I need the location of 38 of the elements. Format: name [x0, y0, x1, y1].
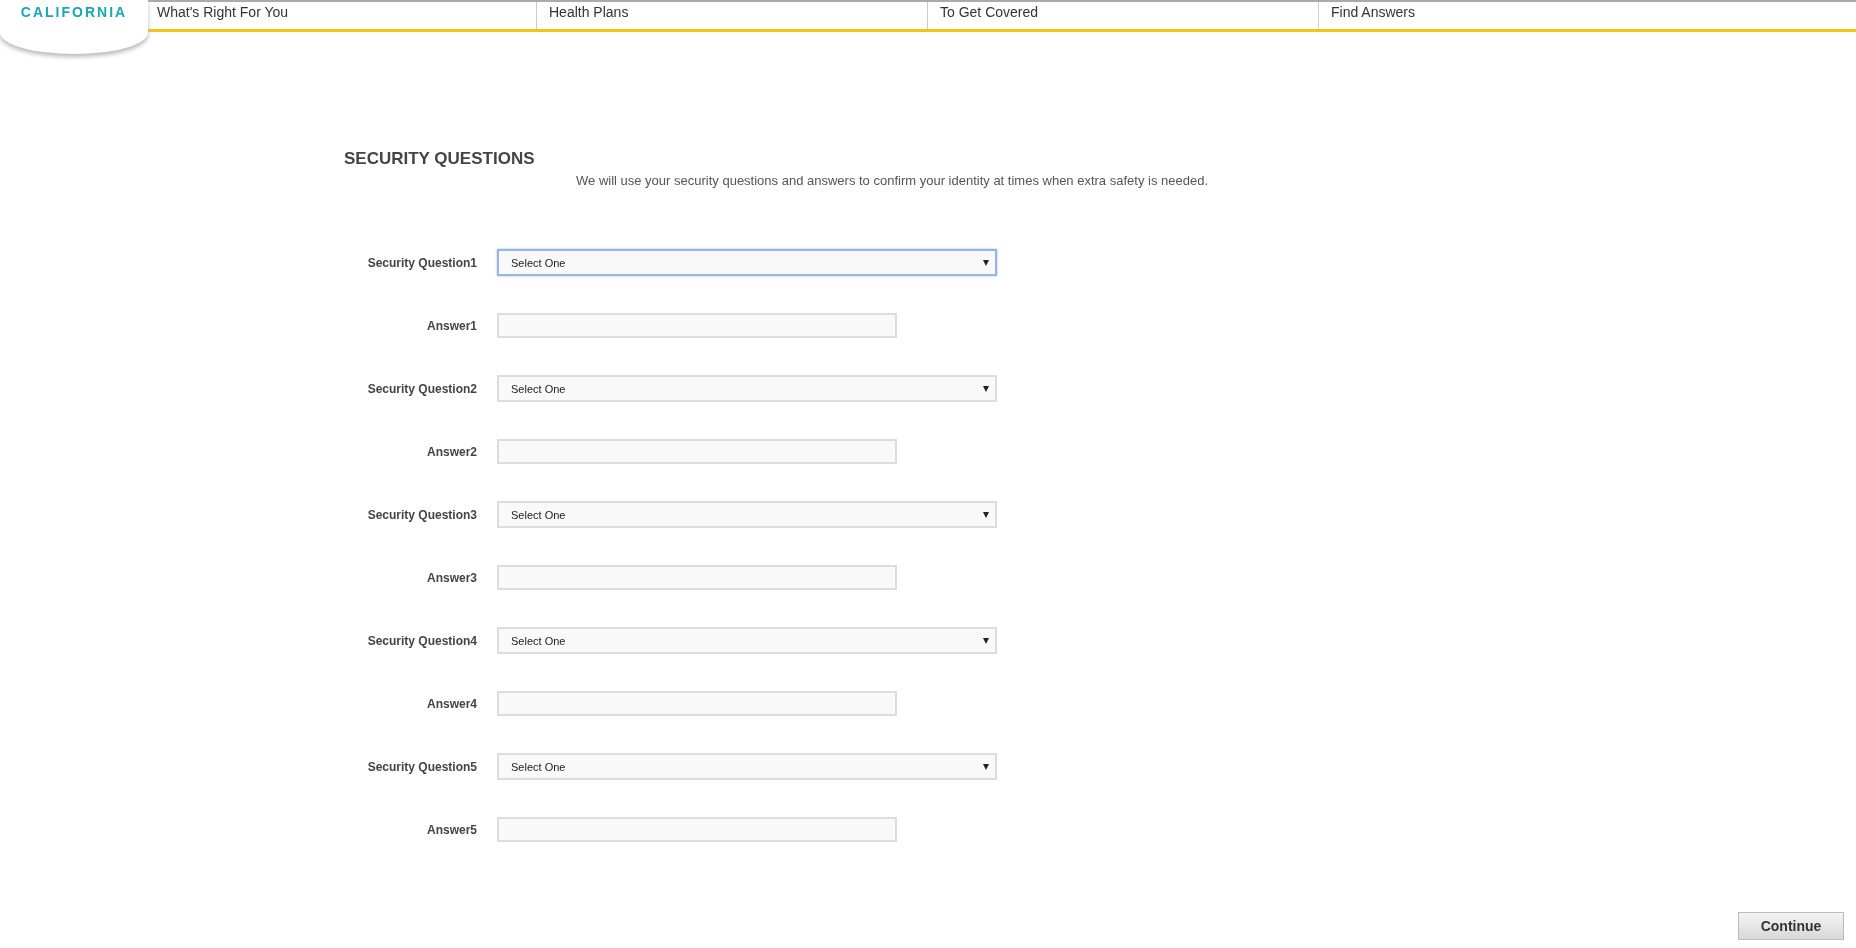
answer-field[interactable]	[497, 313, 897, 338]
select-value: Select One	[511, 256, 566, 269]
dropdown-arrow-icon	[983, 763, 989, 770]
question-label: Security Question3	[366, 507, 478, 522]
nav-link[interactable]: Health Plans	[549, 4, 629, 20]
answer-field[interactable]	[497, 817, 897, 842]
answer-field[interactable]	[497, 691, 897, 716]
dropdown-arrow-icon	[983, 259, 989, 266]
dropdown-arrow-icon	[983, 511, 989, 518]
answer-field[interactable]	[497, 439, 897, 464]
select-value: Select One	[511, 634, 566, 647]
answer-label: Answer5	[425, 822, 478, 837]
answer-label: Answer1	[425, 318, 478, 333]
dropdown-arrow-icon	[983, 637, 989, 644]
dropdown-arrow-icon	[983, 385, 989, 392]
question-select[interactable]: Select One	[497, 375, 997, 402]
select-value: Select One	[511, 382, 566, 395]
question-label: Security Question5	[366, 759, 478, 774]
nav-link[interactable]: To Get Covered	[940, 4, 1039, 20]
answer-label: Answer2	[425, 444, 478, 459]
nav-link[interactable]: What's Right For You	[157, 4, 289, 20]
select-value: Select One	[511, 508, 566, 521]
answer-label: Answer4	[425, 696, 478, 711]
continue-button[interactable]: Continue	[1738, 912, 1844, 940]
question-label: Security Question1	[366, 255, 478, 270]
question-label: Security Question4	[366, 633, 478, 648]
nav-link[interactable]: Find Answers	[1331, 4, 1416, 20]
answer-field[interactable]	[497, 565, 897, 590]
question-select[interactable]: Select One	[497, 501, 997, 528]
answer-label: Answer3	[425, 570, 478, 585]
form-title: SECURITY QUESTIONS	[344, 149, 535, 169]
form-description: We will use your security questions and answers to confirm your identity at times when extra safety is needed.	[576, 173, 1208, 188]
question-select[interactable]: Select One	[497, 627, 997, 654]
question-select[interactable]: Select One	[497, 753, 997, 780]
question-label: Security Question2	[366, 381, 478, 396]
question-select[interactable]: Select One	[497, 249, 997, 276]
select-value: Select One	[511, 760, 566, 773]
logo-text: CALIFORNIA	[20, 4, 128, 20]
